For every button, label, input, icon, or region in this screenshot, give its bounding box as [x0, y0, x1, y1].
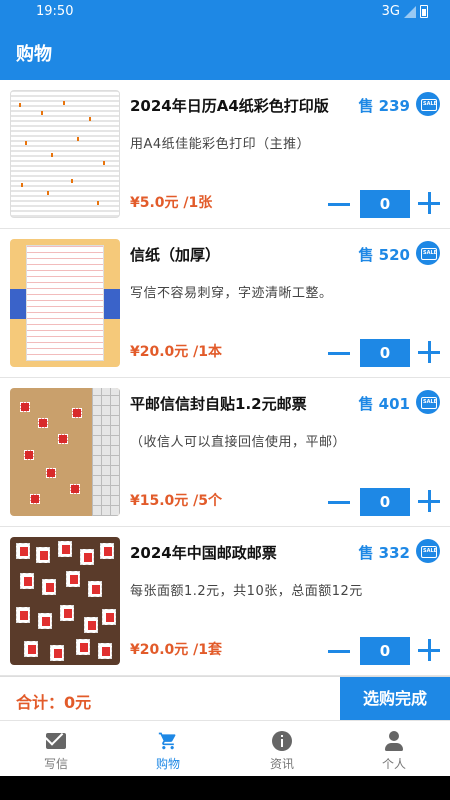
- sale-badge-icon: SALE: [416, 390, 440, 414]
- tab-label: 个人: [381, 757, 406, 771]
- person-icon: [384, 731, 404, 751]
- decrease-quantity-button[interactable]: [328, 342, 350, 364]
- product-description: 写信不容易刺穿，字迹清晰工整。: [130, 286, 333, 301]
- product-item[interactable]: 平邮信信封自贴1.2元邮票 售 401 SALE （收信人可以直接回信使用，平邮…: [0, 378, 450, 527]
- sale-badge-label: SALE: [423, 399, 438, 405]
- checkout-bar: 合计：0元 选购完成: [0, 676, 450, 721]
- product-image-envelopes: [10, 388, 120, 516]
- product-image-calendar: [10, 90, 120, 218]
- tab-shopping[interactable]: 购物: [112, 721, 224, 777]
- product-item[interactable]: 2024年中国邮政邮票 售 332 SALE 每张面额1.2元，共10张，总面额…: [0, 527, 450, 676]
- tab-profile[interactable]: 个人: [338, 721, 450, 777]
- product-name: 平邮信信封自贴1.2元邮票: [130, 395, 307, 413]
- product-item[interactable]: 信纸（加厚） 售 520 SALE 写信不容易刺穿，字迹清晰工整。 ¥20.0元…: [0, 229, 450, 378]
- tab-news[interactable]: 资讯: [226, 721, 338, 777]
- info-icon: [272, 731, 292, 751]
- product-name: 2024年中国邮政邮票: [130, 544, 277, 562]
- cart-icon: [158, 732, 176, 750]
- finish-shopping-button[interactable]: 选购完成: [340, 677, 450, 721]
- product-name: 信纸（加厚）: [130, 246, 221, 264]
- product-price: ¥20.0元 /1本: [130, 344, 223, 360]
- sale-badge-label: SALE: [423, 548, 438, 554]
- sale-badge-icon: SALE: [416, 92, 440, 116]
- product-image-letter-paper: [10, 239, 120, 367]
- decrease-quantity-button[interactable]: [328, 193, 350, 215]
- page-title: 购物: [16, 44, 52, 65]
- sale-badge-label: SALE: [423, 250, 438, 256]
- product-item[interactable]: 2024年日历A4纸彩色打印版 售 239 SALE 用A4纸佳能彩色打印（主推…: [0, 80, 450, 229]
- product-list[interactable]: 2024年日历A4纸彩色打印版 售 239 SALE 用A4纸佳能彩色打印（主推…: [0, 80, 450, 676]
- sold-count: 售 401: [358, 395, 410, 413]
- sale-badge-icon: SALE: [416, 241, 440, 265]
- increase-quantity-button[interactable]: [418, 341, 440, 363]
- network-label: 3G: [381, 4, 400, 19]
- quantity-field[interactable]: 0: [360, 488, 410, 516]
- increase-quantity-button[interactable]: [418, 192, 440, 214]
- sold-count: 售 239: [358, 97, 410, 115]
- system-navigation-bar: [0, 776, 450, 800]
- increase-quantity-button[interactable]: [418, 490, 440, 512]
- product-price: ¥15.0元 /5个: [130, 493, 223, 509]
- sale-badge-label: SALE: [423, 101, 438, 107]
- decrease-quantity-button[interactable]: [328, 491, 350, 513]
- product-price: ¥5.0元 /1张: [130, 195, 213, 211]
- cart-total: 合计：0元: [16, 693, 92, 712]
- tab-label: 购物: [155, 757, 180, 771]
- status-bar: 19:50 3G: [0, 0, 450, 24]
- increase-quantity-button[interactable]: [418, 639, 440, 661]
- signal-icon: [404, 5, 416, 18]
- sold-count: 售 520: [358, 246, 410, 264]
- tab-label: 资讯: [269, 757, 294, 771]
- product-name: 2024年日历A4纸彩色打印版: [130, 97, 329, 115]
- mail-icon: [46, 733, 66, 749]
- tab-label: 写信: [43, 757, 68, 771]
- status-time: 19:50: [36, 4, 74, 19]
- product-description: 每张面额1.2元，共10张，总面额12元: [130, 584, 363, 599]
- product-image-stamps: [10, 537, 120, 665]
- tab-write-letter[interactable]: 写信: [0, 721, 112, 777]
- product-description: （收信人可以直接回信使用，平邮）: [130, 435, 347, 450]
- product-description: 用A4纸佳能彩色打印（主推）: [130, 137, 311, 152]
- sold-count: 售 332: [358, 544, 410, 562]
- quantity-field[interactable]: 0: [360, 637, 410, 665]
- battery-icon: [420, 5, 428, 18]
- product-price: ¥20.0元 /1套: [130, 642, 223, 658]
- bottom-tab-bar: 写信 购物 资讯 个人: [0, 720, 450, 776]
- decrease-quantity-button[interactable]: [328, 640, 350, 662]
- quantity-field[interactable]: 0: [360, 190, 410, 218]
- app-bar: 购物: [0, 24, 450, 80]
- quantity-field[interactable]: 0: [360, 339, 410, 367]
- sale-badge-icon: SALE: [416, 539, 440, 563]
